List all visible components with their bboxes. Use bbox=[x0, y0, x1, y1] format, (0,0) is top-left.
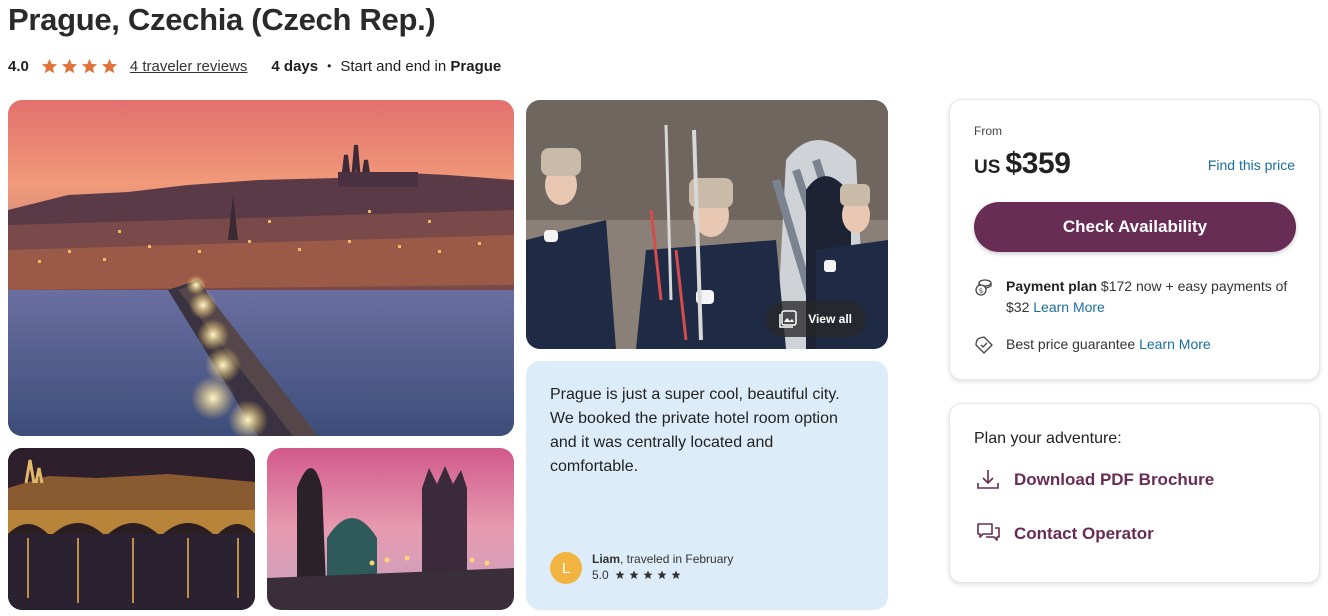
guarantee-learn-more-link[interactable]: Learn More bbox=[1139, 336, 1211, 352]
star-icon bbox=[41, 58, 58, 73]
featured-review: Prague is just a super cool, beautiful c… bbox=[526, 361, 888, 610]
review-quote: Prague is just a super cool, beautiful c… bbox=[550, 386, 840, 475]
svg-text:$: $ bbox=[979, 287, 983, 295]
star-icon bbox=[101, 58, 118, 73]
price-tag-icon bbox=[975, 336, 993, 354]
start-end-prefix: Start and end in bbox=[340, 57, 447, 75]
price-currency: US bbox=[974, 157, 1001, 178]
start-end-city: Prague bbox=[450, 57, 502, 75]
trip-duration: 4 days bbox=[271, 57, 319, 75]
start-end: Start and end in Prague bbox=[340, 58, 501, 75]
view-all-label: View all bbox=[808, 312, 852, 326]
view-all-button[interactable]: View all bbox=[766, 301, 866, 337]
avatar: L bbox=[550, 552, 582, 584]
price-guarantee: Best price guarantee Learn More bbox=[974, 334, 1304, 355]
review-travel-date: , traveled in February bbox=[620, 552, 734, 566]
star-icon bbox=[615, 570, 625, 579]
gallery-photo-guards[interactable]: View all bbox=[526, 100, 888, 349]
find-price-link[interactable]: Find this price bbox=[1208, 157, 1295, 173]
trip-meta: 4.0 4 traveler reviews 4 days • Start an… bbox=[8, 56, 501, 76]
contact-operator-link[interactable]: Contact Operator bbox=[974, 520, 1154, 548]
price: US $359 bbox=[974, 147, 1071, 181]
meta-separator: • bbox=[327, 59, 332, 73]
bridge-tower-image bbox=[267, 448, 514, 610]
download-brochure-link[interactable]: Download PDF Brochure bbox=[974, 466, 1214, 494]
rating-value: 4.0 bbox=[8, 57, 29, 75]
review-author: L Liam, traveled in February 5.0 bbox=[550, 550, 733, 584]
coins-icon: $ bbox=[975, 279, 992, 296]
star-icon bbox=[657, 570, 667, 579]
price-card: From US $359 Find this price Check Avail… bbox=[949, 99, 1320, 380]
star-icon bbox=[629, 570, 639, 579]
star-icon bbox=[81, 58, 98, 73]
rating-stars bbox=[41, 58, 118, 75]
download-icon bbox=[977, 470, 999, 489]
download-brochure-label: Download PDF Brochure bbox=[1014, 470, 1215, 489]
page-title: Prague, Czechia (Czech Rep.) bbox=[8, 2, 436, 37]
star-icon bbox=[671, 570, 681, 579]
gallery-photo-bridge-tower[interactable] bbox=[267, 448, 514, 610]
contact-operator-label: Contact Operator bbox=[1014, 524, 1154, 543]
review-author-name: Liam bbox=[592, 552, 621, 566]
payment-plan: $ Payment plan $172 now + easy payments … bbox=[974, 276, 1304, 318]
star-icon bbox=[61, 58, 78, 73]
payment-plan-title: Payment plan bbox=[1006, 278, 1098, 294]
star-icon bbox=[643, 570, 653, 579]
from-label: From bbox=[974, 124, 1002, 138]
prague-sunset-image bbox=[8, 100, 514, 436]
night-bridge-image bbox=[8, 448, 255, 610]
payment-learn-more-link[interactable]: Learn More bbox=[1033, 299, 1105, 315]
plan-title: Plan your adventure: bbox=[974, 430, 1122, 447]
plan-card: Plan your adventure: Download PDF Brochu… bbox=[949, 403, 1320, 583]
gallery-photo-night-bridge[interactable] bbox=[8, 448, 255, 610]
review-rating: 5.0 bbox=[592, 568, 733, 582]
review-rating-value: 5.0 bbox=[592, 568, 609, 582]
check-availability-button[interactable]: Check Availability bbox=[974, 202, 1296, 252]
review-stars bbox=[615, 570, 681, 580]
reviews-link[interactable]: 4 traveler reviews bbox=[130, 58, 248, 75]
review-author-line: Liam, traveled in February bbox=[592, 550, 733, 568]
guarantee-text: Best price guarantee bbox=[1006, 336, 1140, 352]
chat-bubbles-icon bbox=[977, 523, 1000, 541]
gallery-icon bbox=[779, 310, 797, 328]
gallery-photo-main[interactable] bbox=[8, 100, 514, 436]
price-amount: $359 bbox=[1005, 147, 1071, 180]
